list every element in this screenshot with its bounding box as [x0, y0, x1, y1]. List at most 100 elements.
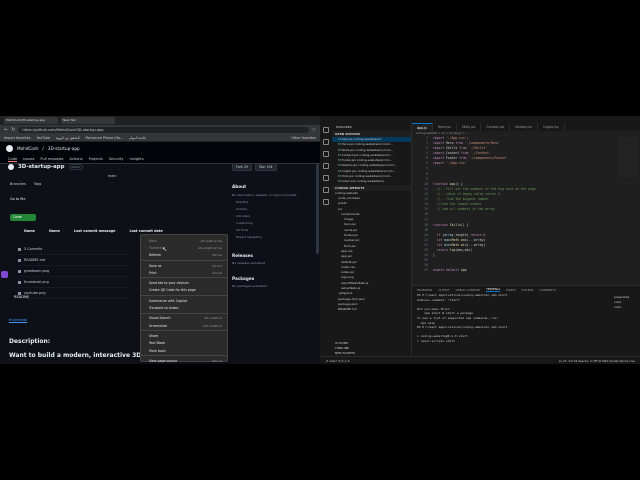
bookmark-item[interactable]: Import favorites [4, 136, 30, 140]
about-watching[interactable]: 3 watching [236, 221, 314, 225]
star-button[interactable]: Star 194 [254, 163, 277, 171]
panel-tab[interactable]: OUTPUT [438, 288, 449, 292]
branch-tag-row: Branches Tags [10, 182, 41, 186]
branches-link[interactable]: Branches [10, 182, 26, 186]
context-menu-item[interactable]: Save as Ctrl+S [141, 262, 227, 269]
releases-title[interactable]: Releases [232, 253, 314, 258]
bookmark-item[interactable]: قائمة المهام [129, 136, 146, 140]
tags-link[interactable]: Tags [34, 182, 42, 186]
list-item[interactable]: README.md [18, 255, 128, 266]
context-menu-item[interactable]: Screenshot Ctrl+Shift+S [141, 322, 227, 329]
avatar [8, 164, 14, 170]
bookmark-item[interactable]: التحقق من الهوية [56, 136, 80, 140]
panel-tab[interactable]: COMMENTS [539, 288, 555, 292]
search-icon[interactable] [323, 139, 329, 145]
packages-title[interactable]: Packages [232, 276, 314, 281]
terminal-output[interactable]: PS E:\react applications\coding-website>… [412, 293, 640, 344]
minimap[interactable] [618, 137, 638, 177]
list-item[interactable]: greatkarm.png [18, 266, 128, 277]
panel-tab[interactable]: PORTS [506, 288, 515, 292]
panel-tab[interactable]: TERMINAL [486, 287, 501, 292]
context-menu-item[interactable]: Translate to Arabic [141, 304, 227, 311]
line-text: } [433, 253, 435, 258]
star-icon[interactable]: ☆ [312, 127, 316, 133]
explorer-header: EXPLORER [336, 125, 352, 129]
editor-tab[interactable]: Hero.jsx [433, 123, 457, 131]
editor-tab[interactable]: Cogito.jsx [538, 123, 565, 131]
readme-tab[interactable]: README [14, 295, 29, 299]
menu-separator [141, 295, 227, 297]
go-to-file-button[interactable]: Go to file [10, 197, 25, 201]
panel-tab[interactable]: DEBUG CONSOLE [456, 288, 481, 292]
about-activity[interactable]: Activity [236, 207, 314, 211]
tab-code[interactable]: Code [8, 157, 18, 162]
status-right[interactable]: Ln 27, Col 19 Spaces: 2 UTF-8 CRLF JavaS… [559, 359, 635, 363]
remote-icon[interactable] [323, 187, 329, 193]
terminal-instance[interactable]: node [614, 305, 638, 310]
about-stars[interactable]: 194 stars [236, 214, 314, 218]
tree-item[interactable]: README.md [332, 307, 411, 312]
browser-tab-github[interactable]: MohdCodr/3D-startup-app [4, 117, 58, 124]
bookmark-item[interactable]: Pomocure Phone (Ha... [86, 136, 124, 140]
explorer-icon[interactable] [323, 127, 329, 133]
branch-main[interactable]: main [108, 174, 116, 178]
url-input[interactable]: https://github.com/MohdCodr/3D-startup-a… [18, 126, 309, 133]
context-menu-item[interactable]: Share [141, 332, 227, 339]
list-item[interactable]: youtube.png [18, 288, 128, 299]
tab-actions[interactable]: Actions [69, 157, 82, 161]
context-menu-item[interactable]: Send tab to your devices [141, 279, 227, 286]
repo-owner-link[interactable]: MohdCodr [17, 146, 38, 151]
about-report[interactable]: Report repository [236, 235, 314, 239]
source-control-icon[interactable] [323, 151, 329, 157]
context-menu-item[interactable]: Summarize with Copilot [141, 297, 227, 304]
editor-tab[interactable]: Skills.jsx [457, 123, 482, 131]
code-editor[interactable]: 1 import './App.css'; 2 import Hero from '.… [412, 136, 640, 274]
page-title: 3D-startup-app [18, 164, 65, 170]
refresh-icon[interactable]: ↻ [11, 127, 15, 133]
bookmark-item[interactable]: YouTube [36, 136, 49, 140]
menu-item-label: Screenshot [149, 323, 167, 328]
extensions-icon[interactable] [323, 175, 329, 181]
code-line: 27 export default App [416, 268, 640, 273]
code-button[interactable]: Code [10, 214, 36, 221]
about-description: No description, website, or topics provi… [232, 193, 298, 197]
bookmark-other[interactable]: Other favorites [291, 136, 316, 140]
context-menu-item[interactable]: Print Ctrl+P [141, 269, 227, 276]
page-scrollbar[interactable] [316, 164, 319, 254]
panel-tab[interactable]: PROBLEMS [417, 288, 432, 292]
testing-icon[interactable] [323, 199, 329, 205]
mouse-cursor-icon: ↖ [162, 246, 168, 253]
context-menu-item[interactable]: View page source Ctrl+U [141, 357, 227, 364]
repo-name-link[interactable]: 3D-startup-app [48, 146, 80, 151]
list-item[interactable]: 3 Commits [18, 244, 128, 255]
context-menu-item[interactable]: Create QR Code for this page [141, 287, 227, 294]
menu-item-label: Share [149, 333, 159, 338]
run-debug-icon[interactable] [323, 163, 329, 169]
tab-insights[interactable]: Insights [130, 157, 144, 161]
browser-tab-new[interactable]: New Tab [61, 117, 115, 124]
about-forks[interactable]: 29 forks [236, 228, 314, 232]
tab-projects[interactable]: Projects [89, 157, 103, 161]
context-menu-item[interactable]: Text Blaze [141, 340, 227, 347]
editor-tab[interactable]: Navbar.jsx [510, 123, 538, 131]
github-logo-icon[interactable] [6, 145, 13, 152]
about-readme[interactable]: Readme [236, 200, 314, 204]
copilot-icon[interactable] [1, 271, 8, 278]
tab-pull-requests[interactable]: Pull requests [40, 157, 63, 161]
back-icon[interactable]: ← [4, 127, 8, 133]
editor-tab[interactable]: App.js [412, 123, 433, 131]
tab-issues[interactable]: Issues [23, 157, 34, 161]
file-name: 3 Commits [24, 247, 43, 251]
tab-security[interactable]: Security [109, 157, 124, 161]
list-item[interactable]: thumbnail.png [18, 277, 128, 288]
status-left[interactable]: ⎇ main* ⊗ 0 ⚠ 0 [325, 359, 349, 363]
context-menu-item[interactable]: More tools [141, 347, 227, 354]
menu-item-label: Refresh [149, 253, 162, 258]
editor-tab[interactable]: Contact.jsx [481, 123, 511, 131]
context-menu-item[interactable]: Visual Search Alt+Shift+S [141, 315, 227, 322]
context-menu-item[interactable]: Refresh Ctrl+R [141, 252, 227, 259]
visibility-badge: Public [68, 164, 84, 170]
fork-button[interactable]: Fork 29 [232, 163, 252, 171]
thumbnail-link[interactable]: thumbnail [9, 318, 27, 322]
panel-tab[interactable]: GITLENS [522, 288, 534, 292]
